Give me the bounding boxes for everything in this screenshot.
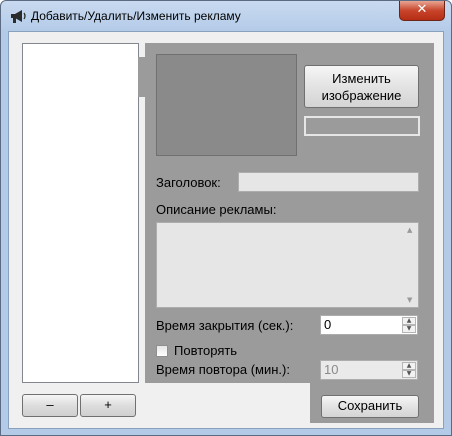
scroll-up-arrow-icon[interactable]: ▲ xyxy=(407,226,412,234)
close-time-label: Время закрытия (сек.): xyxy=(156,318,294,333)
repeat-label: Повторять xyxy=(174,343,238,358)
heading-input[interactable] xyxy=(238,172,419,192)
window-title: Добавить/Удалить/Изменить рекламу xyxy=(31,9,241,23)
spin-down-icon[interactable]: ▼ xyxy=(402,325,416,333)
image-path-field[interactable] xyxy=(304,116,420,136)
close-button[interactable]: ✕ xyxy=(399,1,445,21)
repeat-time-value: 10 xyxy=(324,362,339,377)
spin-up-icon[interactable]: ▲ xyxy=(402,362,416,370)
close-time-spinner[interactable]: ▲ ▼ xyxy=(402,317,416,333)
change-image-button[interactable]: Изменить изображение xyxy=(304,65,419,108)
spin-up-icon[interactable]: ▲ xyxy=(402,317,416,325)
description-scrollbar[interactable]: ▲ ▼ xyxy=(403,223,418,307)
remove-ad-button[interactable]: – xyxy=(22,394,78,417)
title-bar[interactable]: Добавить/Удалить/Изменить рекламу ✕ xyxy=(1,1,451,31)
repeat-time-label: Время повтора (мин.): xyxy=(156,362,290,377)
main-window: Добавить/Удалить/Изменить рекламу ✕ – + … xyxy=(0,0,452,436)
repeat-time-input[interactable]: 10 ▲ ▼ xyxy=(320,360,418,380)
panel-bottom-gap xyxy=(145,383,310,423)
close-time-value: 0 xyxy=(324,317,332,332)
repeat-checkbox[interactable] xyxy=(156,345,168,357)
heading-label: Заголовок: xyxy=(156,175,221,190)
ad-image-preview xyxy=(156,54,297,156)
save-button[interactable]: Сохранить xyxy=(321,395,419,418)
scroll-down-arrow-icon[interactable]: ▼ xyxy=(407,296,412,304)
description-textarea[interactable]: ▲ ▼ xyxy=(156,222,419,308)
megaphone-icon xyxy=(11,10,26,23)
repeat-time-spinner[interactable]: ▲ ▼ xyxy=(402,362,416,378)
close-time-input[interactable]: 0 ▲ ▼ xyxy=(320,315,418,335)
client-area: – + Изменить изображение Заголовок: Опис… xyxy=(8,31,444,429)
spin-down-icon[interactable]: ▼ xyxy=(402,370,416,378)
ads-listbox[interactable] xyxy=(22,43,139,383)
panel-splitter[interactable] xyxy=(138,57,146,97)
add-ad-button[interactable]: + xyxy=(80,394,136,417)
description-label: Описание рекламы: xyxy=(156,202,277,217)
